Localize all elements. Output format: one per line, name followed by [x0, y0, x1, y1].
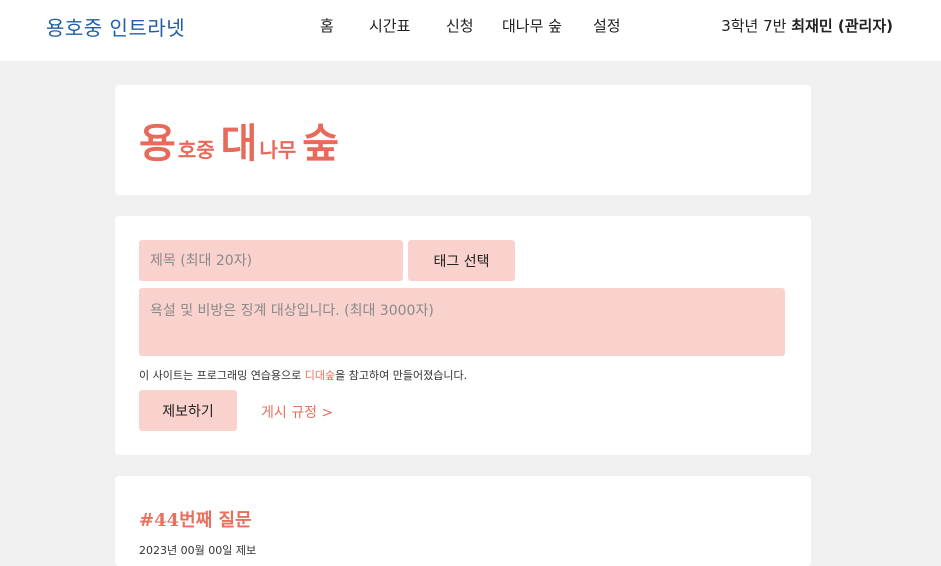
notice-prefix: 이 사이트는 프로그래밍 연습용으로	[139, 369, 305, 382]
notice-reference-link[interactable]: 디대숲	[305, 369, 335, 382]
post-submission-form: 태그 선택 이 사이트는 프로그래밍 연습용으로 디대숲을 참고하여 만들어졌습…	[115, 216, 811, 455]
user-name-role: 최재민 (관리자)	[791, 17, 893, 35]
posting-rules-link[interactable]: 게시 규정 >	[261, 402, 333, 422]
title-input[interactable]	[139, 240, 403, 281]
nav-item-settings[interactable]: 설정	[593, 15, 621, 36]
nav-item-timetable[interactable]: 시간표	[369, 15, 410, 36]
nav-item-apply[interactable]: 신청	[446, 15, 474, 36]
user-info[interactable]: 3학년 7반 최재민 (관리자)	[721, 15, 893, 36]
user-class-label: 3학년 7반	[721, 17, 787, 35]
site-notice: 이 사이트는 프로그래밍 연습용으로 디대숲을 참고하여 만들어졌습니다.	[139, 367, 467, 383]
nav-item-bamboo-forest[interactable]: 대나무 숲	[502, 15, 562, 36]
body-textarea[interactable]	[139, 288, 785, 356]
logo-char-dae: 대	[220, 120, 258, 167]
notice-suffix: 을 참고하여 만들어졌습니다.	[335, 369, 468, 382]
bamboo-forest-logo: 용 호중 대 나무 숲	[139, 111, 339, 169]
nav-item-home[interactable]: 홈	[320, 15, 334, 36]
logo-char-yong: 용	[139, 120, 176, 167]
post-meta-date: 2023년 00월 00일 제보	[139, 544, 257, 557]
logo-part-namu: 나무	[259, 138, 297, 162]
logo-part-hojung: 호중	[177, 138, 215, 162]
bamboo-forest-title-card: 용 호중 대 나무 숲	[115, 85, 811, 195]
tag-select-button[interactable]: 태그 선택	[408, 240, 515, 281]
logo-char-sup: 숲	[302, 120, 340, 167]
post-card[interactable]: #44번째 질문 2023년 00월 00일 제보	[115, 476, 811, 566]
brand-logo-text[interactable]: 용호중 인트라넷	[46, 12, 185, 41]
post-heading: #44번째 질문	[139, 510, 252, 531]
top-navigation-bar: 용호중 인트라넷 홈 시간표 신청 대나무 숲 설정 3학년 7반 최재민 (관…	[0, 0, 941, 61]
submit-report-button[interactable]: 제보하기	[139, 390, 237, 431]
